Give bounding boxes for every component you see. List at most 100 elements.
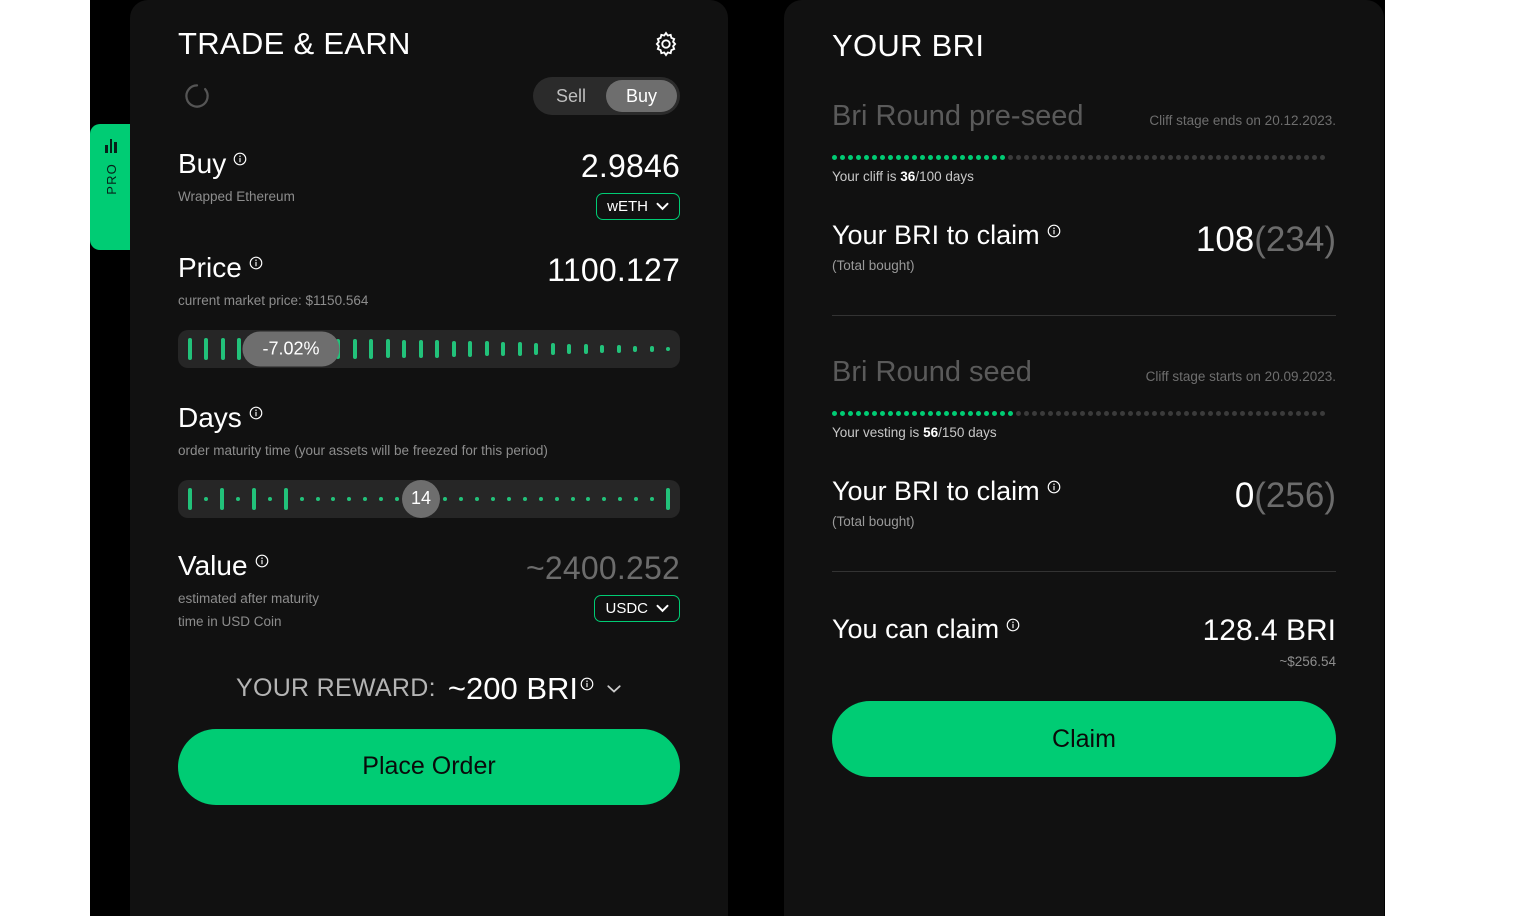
progress-dot <box>1064 155 1069 160</box>
price-slider-value[interactable]: -7.02% <box>242 331 340 367</box>
sell-buy-toggle[interactable]: Sell Buy <box>532 76 680 116</box>
progress-dot <box>984 155 989 160</box>
progress-dot <box>912 155 917 160</box>
progress-dot <box>1312 411 1317 416</box>
round-name: Bri Round seed <box>832 356 1032 388</box>
value-token-selector[interactable]: USDC <box>594 594 680 622</box>
claimable-row: You can claim 128.4 BRI ~$256.54 <box>832 614 1336 670</box>
section-divider <box>832 315 1336 316</box>
claim-amount: 0(256) <box>1235 478 1336 513</box>
progress-dot <box>1224 155 1229 160</box>
days-sublabel: order maturity time (your assets will be… <box>178 442 548 458</box>
price-sublabel: current market price: $1150.564 <box>178 293 369 308</box>
claim-button[interactable]: Claim <box>832 701 1336 777</box>
place-order-button[interactable]: Place Order <box>178 728 680 805</box>
progress-dot <box>1176 411 1181 416</box>
progress-dot <box>1112 411 1117 416</box>
progress-dot <box>976 411 981 416</box>
info-icon[interactable] <box>1047 480 1061 494</box>
reward-value-wrap: ~200 BRI <box>448 671 594 707</box>
days-slider-tick <box>331 496 336 501</box>
days-slider-tick <box>363 496 368 501</box>
days-slider-value[interactable]: 14 <box>402 479 440 518</box>
progress-dot <box>992 411 997 416</box>
info-icon[interactable] <box>255 554 269 568</box>
claimable-amount: 128.4 BRI <box>1202 614 1336 647</box>
sidebar-item-pro[interactable]: PRO <box>90 124 132 250</box>
claim-sublabel: (Total bought) <box>832 258 915 273</box>
buy-label: Buy <box>178 148 227 179</box>
price-slider-tick <box>451 340 456 358</box>
chevron-down-icon <box>656 604 669 613</box>
progress-dot <box>840 411 845 416</box>
app-root: PRO TRADE & EARN Sell Buy Buy Wrapped Et… <box>0 0 1514 916</box>
days-slider[interactable]: 14 <box>178 479 680 518</box>
buy-sublabel: Wrapped Ethereum <box>178 189 295 204</box>
toggle-option-sell[interactable]: Sell <box>536 80 606 113</box>
progress-dot <box>936 155 941 160</box>
progress-dot <box>1168 411 1173 416</box>
progress-dot <box>1168 155 1173 160</box>
price-amount[interactable]: 1100.127 <box>547 254 680 286</box>
progress-dot <box>856 155 861 160</box>
progress-dot <box>896 155 901 160</box>
price-slider-tick <box>600 344 605 354</box>
progress-dot <box>848 155 853 160</box>
price-slider-tick <box>204 337 209 360</box>
progress-dot <box>1200 411 1205 416</box>
right-panel-header: YOUR BRI <box>832 0 1336 64</box>
price-slider-tick <box>220 337 225 360</box>
progress-dot <box>1288 411 1293 416</box>
buy-token-selector[interactable]: wETH <box>596 193 680 220</box>
days-slider-tick <box>618 496 623 501</box>
progress-note-suffix: /150 days <box>938 425 997 440</box>
progress-dot <box>1240 155 1245 160</box>
progress-dot <box>864 411 869 416</box>
reward-label: YOUR REWARD: <box>235 674 436 703</box>
price-slider-tick <box>534 342 539 356</box>
progress-dot <box>1032 155 1037 160</box>
progress-dot <box>904 155 909 160</box>
progress-dot <box>880 155 885 160</box>
trade-and-earn-panel: TRADE & EARN Sell Buy Buy Wrapped Ethere… <box>130 0 728 916</box>
price-slider[interactable]: -7.02% <box>178 329 680 368</box>
progress-dot <box>960 155 965 160</box>
progress-dot <box>1120 155 1125 160</box>
info-icon[interactable] <box>233 152 247 166</box>
days-slider-tick <box>522 496 527 501</box>
progress-dot <box>1152 155 1157 160</box>
progress-dot <box>1296 411 1301 416</box>
days-slider-tick <box>586 496 591 501</box>
claim-amount-value: 0 <box>1234 476 1255 515</box>
progress-dot <box>1256 411 1261 416</box>
days-slider-tick <box>602 496 607 501</box>
progress-dot <box>992 155 997 160</box>
days-slider-tick <box>458 496 463 501</box>
progress-dot <box>928 155 933 160</box>
progress-dot <box>1176 155 1181 160</box>
info-icon[interactable] <box>249 406 263 420</box>
chevron-down-icon[interactable] <box>606 681 622 697</box>
progress-dot <box>872 411 877 416</box>
progress-dot <box>1080 155 1085 160</box>
value-sublabel-2: time in USD Coin <box>178 613 282 629</box>
buy-amount[interactable]: 2.9846 <box>581 150 680 182</box>
info-icon[interactable] <box>1047 224 1061 238</box>
toggle-option-buy[interactable]: Buy <box>605 79 677 113</box>
gear-icon[interactable] <box>652 30 680 58</box>
progress-dot <box>1072 411 1077 416</box>
progress-dot <box>960 411 965 416</box>
progress-dot <box>1128 155 1133 160</box>
info-icon[interactable] <box>580 677 594 691</box>
progress-note: Your cliff is 36/100 days <box>832 169 1336 184</box>
info-icon[interactable] <box>249 256 263 270</box>
price-slider-tick <box>385 339 390 359</box>
progress-dot <box>1000 155 1005 160</box>
progress-dot <box>1136 155 1141 160</box>
your-bri-title: YOUR BRI <box>832 28 985 63</box>
bar-chart-icon <box>105 138 117 153</box>
price-slider-tick <box>468 341 473 357</box>
progress-dot <box>1248 155 1253 160</box>
info-icon[interactable] <box>1006 618 1020 632</box>
price-slider-tick <box>517 342 522 356</box>
